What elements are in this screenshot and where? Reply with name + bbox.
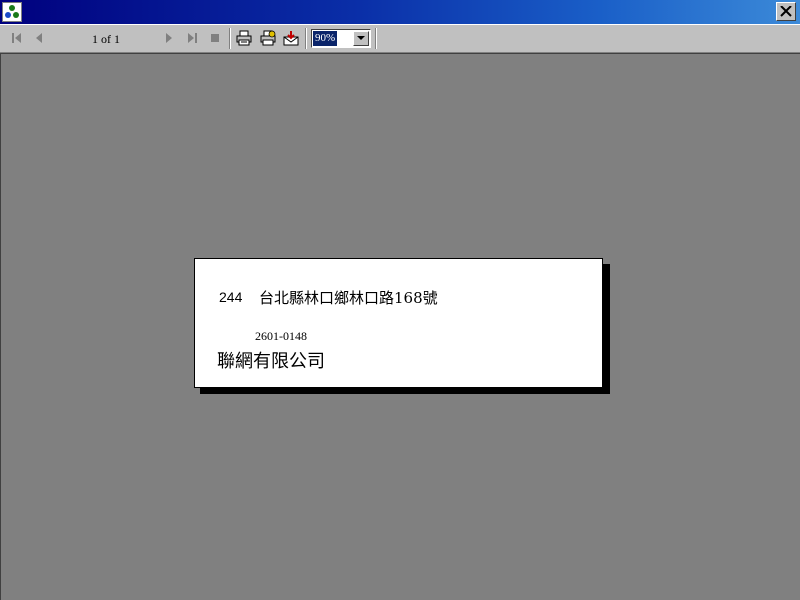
export-button[interactable] — [282, 29, 300, 47]
phone-text: 2601-0148 — [255, 329, 307, 343]
first-page-icon — [12, 33, 21, 43]
toolbar-separator — [229, 28, 231, 49]
report-page: 244 台北縣林口鄉林口路168號 2601-0148 聯網有限公司 — [194, 258, 603, 388]
company-name-text: 聯網有限公司 — [217, 351, 325, 372]
first-page-button[interactable] — [8, 29, 26, 47]
close-button[interactable] — [776, 2, 796, 21]
address-text: 台北縣林口鄉林口路168號 — [259, 289, 438, 307]
print-setup-button[interactable] — [259, 29, 277, 47]
zoom-select[interactable]: 90% — [311, 29, 371, 48]
previous-page-icon — [36, 33, 42, 43]
export-icon — [283, 31, 299, 46]
printer-icon — [236, 30, 252, 46]
stop-icon — [211, 34, 219, 42]
postcode-text: 244 — [219, 289, 243, 305]
zoom-value: 90% — [313, 31, 338, 46]
report-viewport[interactable]: 244 台北縣林口鄉林口路168號 2601-0148 聯網有限公司 — [0, 53, 800, 600]
last-page-icon — [188, 33, 197, 43]
toolbar: 1 of 1 90% — [0, 24, 800, 53]
print-button[interactable] — [235, 29, 253, 47]
print-setup-icon — [260, 30, 276, 46]
previous-page-button[interactable] — [30, 29, 48, 47]
app-icon[interactable] — [2, 2, 22, 22]
chevron-down-icon — [357, 36, 365, 40]
zoom-dropdown-button[interactable] — [353, 31, 369, 46]
close-icon — [780, 6, 792, 17]
stop-button[interactable] — [206, 29, 224, 47]
next-page-icon — [166, 33, 172, 43]
page-indicator: 1 of 1 — [92, 32, 120, 46]
toolbar-separator — [305, 28, 307, 49]
title-bar — [0, 0, 800, 24]
next-page-button[interactable] — [160, 29, 178, 47]
toolbar-separator — [375, 28, 377, 49]
last-page-button[interactable] — [183, 29, 201, 47]
report-viewer-window: 1 of 1 90% 244 台北縣林口鄉林口路168號 2601-0148 聯… — [0, 0, 800, 600]
